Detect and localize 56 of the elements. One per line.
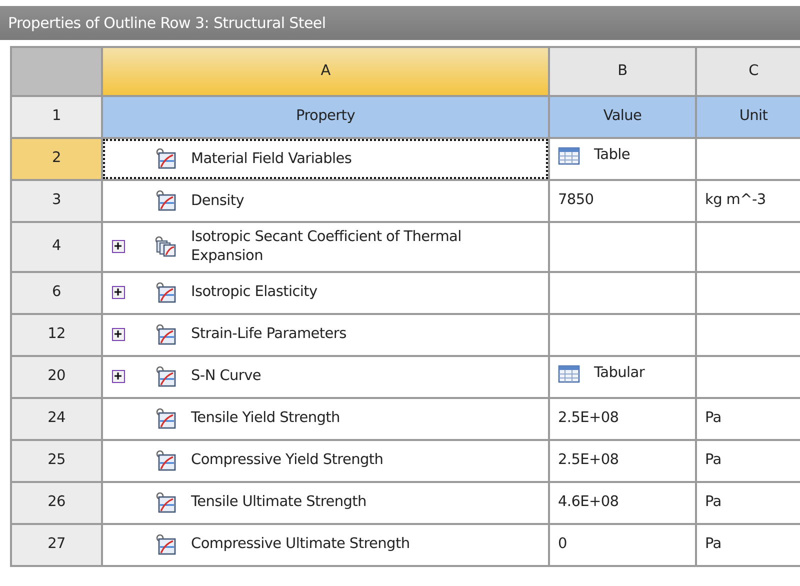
property-name: Tensile Ultimate Strength: [191, 493, 366, 512]
row-number[interactable]: 20: [11, 356, 102, 398]
value-cell: 4.6E+08: [558, 494, 619, 510]
row-number[interactable]: 27: [11, 524, 102, 566]
row-number[interactable]: 2: [11, 138, 102, 180]
window-title: Properties of Outline Row 3: Structural Steel: [0, 6, 800, 40]
column-header[interactable]: A: [102, 47, 549, 96]
row-number[interactable]: 4: [11, 222, 102, 272]
graph-icon: [155, 408, 177, 430]
graph-stack-icon: [155, 236, 177, 258]
expand-icon[interactable]: [112, 328, 125, 342]
graph-icon: [155, 324, 177, 346]
graph-icon: [155, 450, 177, 472]
value-cell: 2.5E+08: [558, 452, 619, 468]
unit-cell: Pa: [705, 536, 722, 552]
unit-cell: Pa: [705, 494, 722, 510]
property-name: Tensile Yield Strength: [191, 409, 340, 428]
unit-cell: Pa: [705, 410, 722, 426]
graph-icon: [155, 282, 177, 304]
expand-icon[interactable]: [112, 370, 125, 384]
property-name: Density: [191, 192, 244, 210]
property-name: S-N Curve: [191, 367, 261, 386]
table-icon: [558, 147, 580, 166]
expand-icon[interactable]: [112, 286, 125, 300]
property-name: Compressive Ultimate Strength: [191, 535, 410, 554]
header-cell: Unit: [696, 96, 800, 138]
property-name: Isotropic Elasticity: [191, 283, 318, 302]
property-name: Material Field Variables: [191, 150, 352, 168]
unit-cell: kg m^-3: [705, 192, 766, 208]
row-number[interactable]: 6: [11, 272, 102, 314]
value-cell: 0: [558, 536, 567, 552]
row-number: 1: [11, 96, 102, 138]
table-icon: [558, 364, 580, 383]
graph-icon: [155, 148, 177, 170]
row-number[interactable]: 26: [11, 482, 102, 524]
property-name: Compressive Yield Strength: [191, 451, 384, 470]
row-number[interactable]: 24: [11, 398, 102, 440]
column-header[interactable]: C: [696, 47, 800, 96]
value-cell: 7850: [558, 192, 594, 208]
value-cell-text: Tabular: [594, 364, 645, 383]
header-cell: Value: [549, 96, 696, 138]
value-cell-text: Table: [594, 146, 630, 166]
unit-cell: Pa: [705, 452, 722, 468]
graph-icon: [155, 492, 177, 514]
column-header[interactable]: B: [549, 47, 696, 96]
header-cell: Property: [102, 96, 549, 138]
row-number[interactable]: 3: [11, 180, 102, 222]
expand-icon[interactable]: [112, 240, 125, 254]
property-name: Strain-Life Parameters: [191, 325, 346, 344]
graph-icon: [155, 190, 177, 212]
row-number[interactable]: 12: [11, 314, 102, 356]
graph-icon: [155, 366, 177, 388]
row-number[interactable]: 25: [11, 440, 102, 482]
graph-icon: [155, 534, 177, 556]
value-cell: 2.5E+08: [558, 410, 619, 426]
property-name: Isotropic Secant Coefficient of Thermal Expansion: [191, 228, 462, 266]
